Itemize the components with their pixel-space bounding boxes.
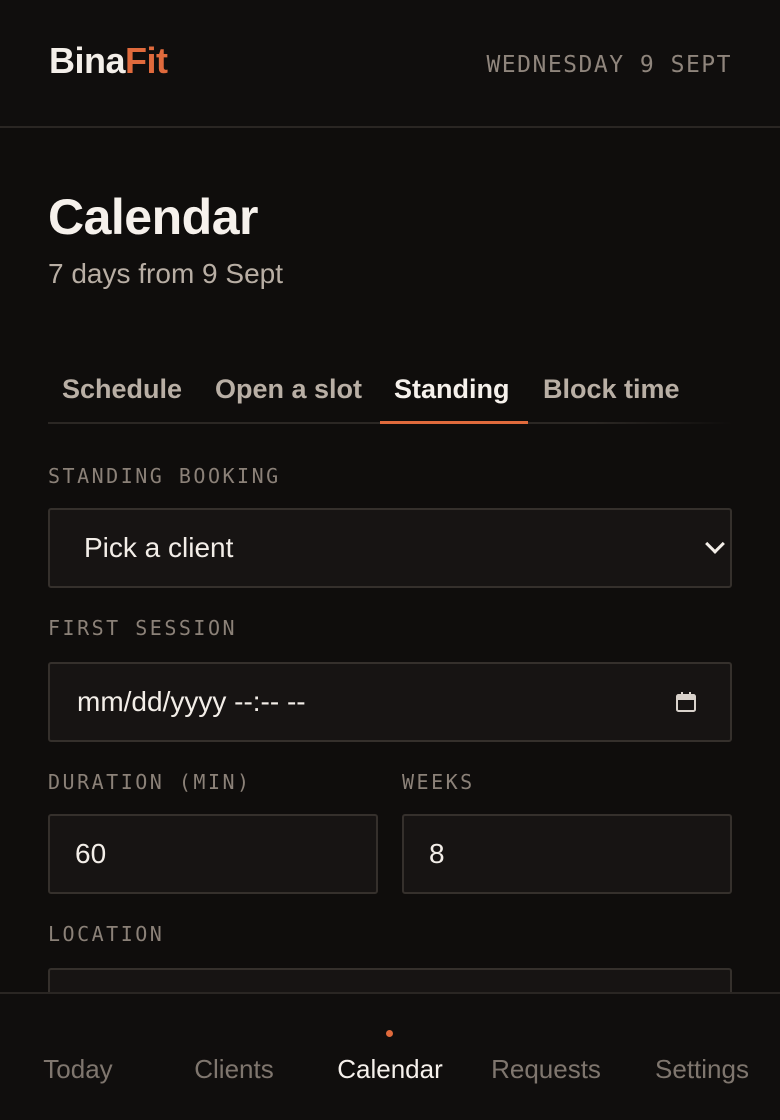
page-title: Calendar [48,189,258,245]
nav-today[interactable]: Today [43,1054,112,1085]
nav-settings[interactable]: Settings [655,1054,749,1085]
brand-name-part1: Bina [49,40,126,81]
client-select-value: Pick a client [84,532,234,563]
first-session-value: mm/dd/yyyy --:-- -- [77,686,306,717]
chevron-down-icon [705,534,725,554]
first-session-datetime-input[interactable]: mm/dd/yyyy --:-- -- [48,662,732,742]
brand-name-part2: Fit [125,40,168,81]
weeks-value: 8 [429,838,445,869]
active-nav-dot [386,1030,393,1037]
weeks-input[interactable]: 8 [402,814,732,894]
first-session-label: FIRST SESSION [48,616,238,640]
brand-logo[interactable]: BinaFit [49,40,168,82]
active-tab-indicator [380,421,528,424]
duration-value: 60 [75,838,107,869]
nav-clients[interactable]: Clients [194,1054,273,1085]
standing-booking-label: STANDING BOOKING [48,464,281,488]
calendar-icon[interactable] [674,690,698,714]
client-select[interactable]: Pick a client [48,508,732,588]
page-subtitle: 7 days from 9 Sept [48,258,284,289]
current-date: WEDNESDAY 9 SEPT [486,52,732,78]
calendar-tabs: Schedule Open a slot Standing Block time [48,360,732,424]
bottom-nav: Today Clients Calendar Requests Settings [0,992,780,1120]
weeks-label: WEEKS [402,770,475,794]
nav-requests[interactable]: Requests [491,1054,601,1085]
tab-standing[interactable]: Standing [394,374,510,405]
nav-calendar[interactable]: Calendar [337,1054,443,1085]
tab-open-a-slot[interactable]: Open a slot [215,374,362,405]
location-label: LOCATION [48,922,165,946]
tab-schedule[interactable]: Schedule [62,374,182,405]
tab-block-time[interactable]: Block time [543,374,680,405]
duration-label: DURATION (MIN) [48,770,252,794]
top-bar: BinaFit WEDNESDAY 9 SEPT [0,0,780,128]
duration-input[interactable]: 60 [48,814,378,894]
